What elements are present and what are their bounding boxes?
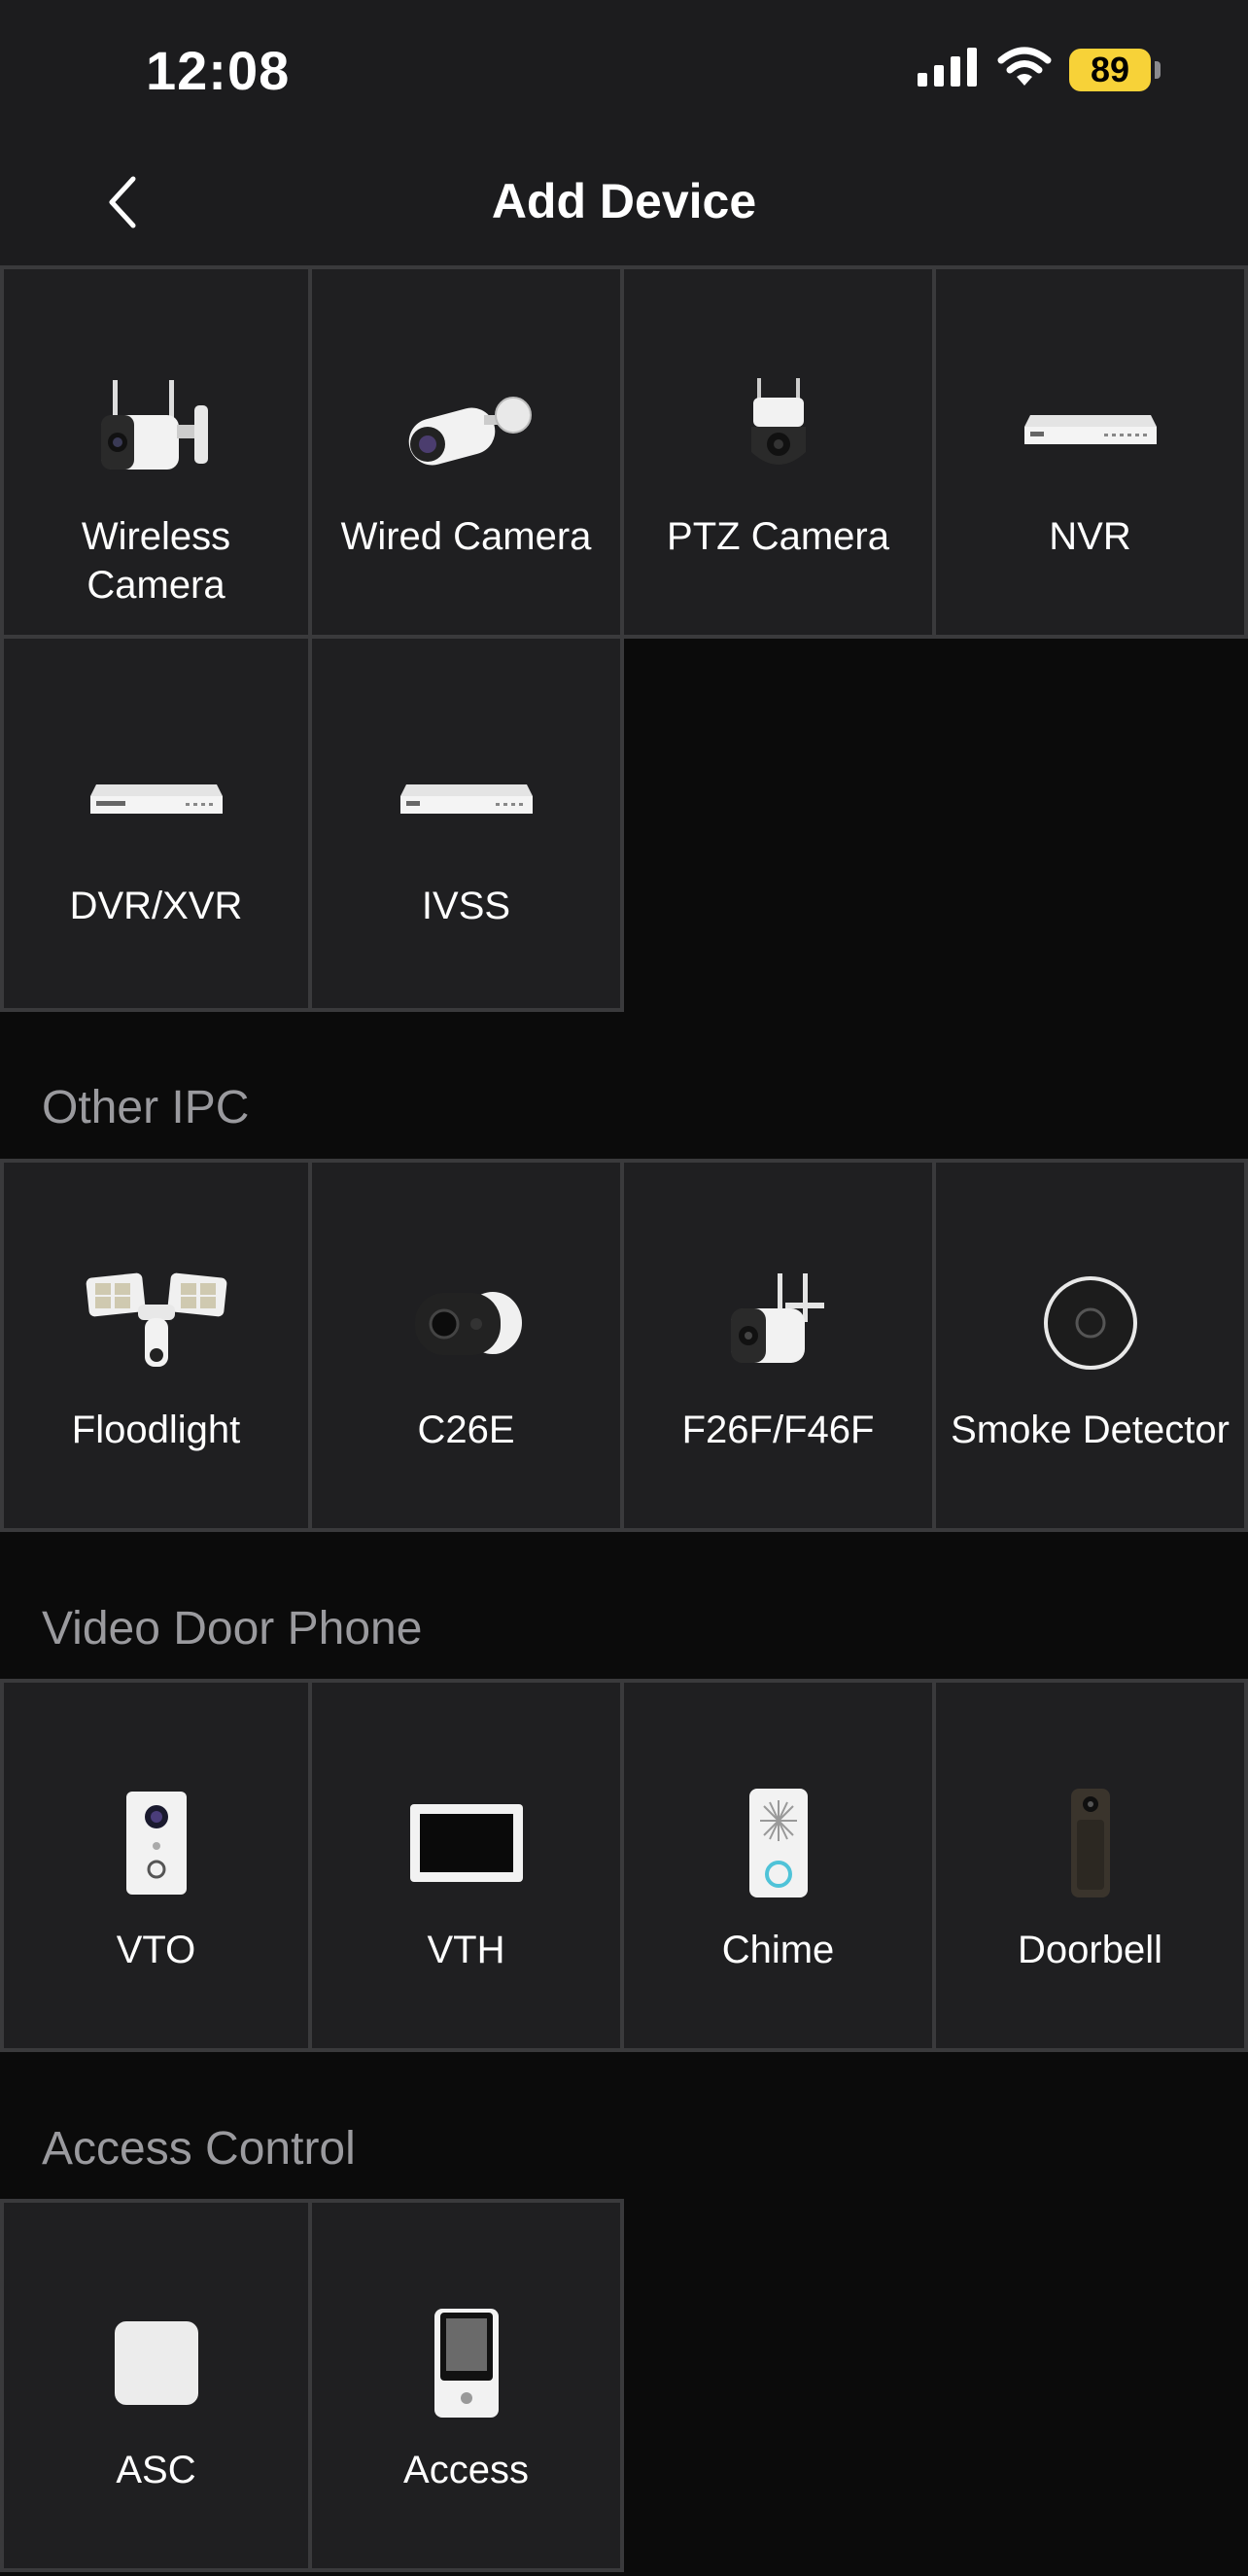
- dvr-icon: [89, 784, 223, 814]
- device-label: DVR/XVR: [69, 885, 243, 927]
- device-label: ASC: [116, 2449, 196, 2491]
- device-tile-dvr-xvr[interactable]: DVR/XVR: [0, 639, 312, 1012]
- floodlight-icon: [86, 1272, 226, 1367]
- device-tile-wired-camera[interactable]: Wired Camera: [312, 265, 624, 639]
- device-label: VTH: [427, 1929, 505, 1971]
- device-tile-smoke-detector[interactable]: Smoke Detector: [936, 1159, 1248, 1532]
- device-tile-asc[interactable]: ASC: [0, 2199, 312, 2572]
- section-header-access-control: Access Control: [42, 2123, 356, 2175]
- device-tile-c26e[interactable]: C26E: [312, 1159, 624, 1532]
- wifi-icon: [997, 47, 1052, 92]
- device-label: IVSS: [421, 885, 511, 927]
- section-header-other-ipc: Other IPC: [42, 1082, 250, 1133]
- device-tile-nvr[interactable]: NVR: [936, 265, 1248, 639]
- chime-icon: [748, 1789, 808, 1897]
- device-label: Smoke Detector: [951, 1409, 1230, 1451]
- device-label: NVR: [1049, 515, 1131, 558]
- nvr-icon: [1023, 415, 1157, 444]
- c26e-camera-icon: [414, 1292, 522, 1355]
- device-tile-wireless-camera[interactable]: Wireless Camera: [0, 265, 312, 639]
- page-title: Add Device: [491, 174, 757, 228]
- battery-indicator: 89: [1069, 48, 1151, 91]
- device-label: Wireless Camera: [81, 515, 231, 607]
- device-tile-access[interactable]: Access: [312, 2199, 624, 2572]
- access-icon: [433, 2309, 499, 2418]
- ivss-icon: [399, 784, 533, 814]
- status-time: 12:08: [146, 40, 291, 101]
- doorbell-icon: [1070, 1789, 1110, 1897]
- device-tile-vth[interactable]: VTH: [312, 1679, 624, 2052]
- video-door-phone-grid: VTO VTH Chime Doorbell: [0, 1679, 1248, 2052]
- battery-cap: [1155, 60, 1161, 79]
- device-label: PTZ Camera: [667, 515, 889, 558]
- cellular-signal-icon: [918, 48, 980, 91]
- f26f-camera-icon: [730, 1273, 824, 1363]
- wired-camera-icon: [408, 397, 532, 466]
- device-label: F26F/F46F: [681, 1409, 875, 1451]
- device-tile-chime[interactable]: Chime: [624, 1679, 936, 2052]
- nav-bar: Add Device: [0, 146, 1248, 266]
- device-label: Wired Camera: [340, 515, 592, 558]
- other-ipc-grid: Floodlight C26E F26F/F46F Smoke Detector: [0, 1159, 1248, 1532]
- device-label: Chime: [721, 1929, 835, 1971]
- device-tile-doorbell[interactable]: Doorbell: [936, 1679, 1248, 2052]
- status-bar: 12:08 89: [0, 0, 1248, 146]
- access-control-grid: ASC Access: [0, 2199, 1248, 2572]
- device-tile-ptz-camera[interactable]: PTZ Camera: [624, 265, 936, 639]
- vth-icon: [409, 1804, 523, 1882]
- device-tile-vto[interactable]: VTO: [0, 1679, 312, 2052]
- status-icons: 89: [918, 47, 1161, 92]
- device-tile-floodlight[interactable]: Floodlight: [0, 1159, 312, 1532]
- asc-icon: [114, 2321, 198, 2405]
- vto-icon: [125, 1792, 187, 1895]
- smoke-detector-icon: [1043, 1276, 1137, 1370]
- device-label: C26E: [417, 1409, 515, 1451]
- device-label: VTO: [116, 1929, 196, 1971]
- section-header-video-door-phone: Video Door Phone: [42, 1603, 423, 1654]
- device-label: Access: [403, 2449, 529, 2491]
- device-grid: Wireless Camera Wired Camera PTZ Camera …: [0, 265, 1248, 1012]
- device-tile-f26f-f46f[interactable]: F26F/F46F: [624, 1159, 936, 1532]
- device-label: Doorbell: [1018, 1929, 1162, 1971]
- wireless-camera-icon: [100, 380, 208, 470]
- device-label: Floodlight: [71, 1409, 241, 1451]
- ptz-camera-icon: [750, 378, 806, 465]
- device-tile-ivss[interactable]: IVSS: [312, 639, 624, 1012]
